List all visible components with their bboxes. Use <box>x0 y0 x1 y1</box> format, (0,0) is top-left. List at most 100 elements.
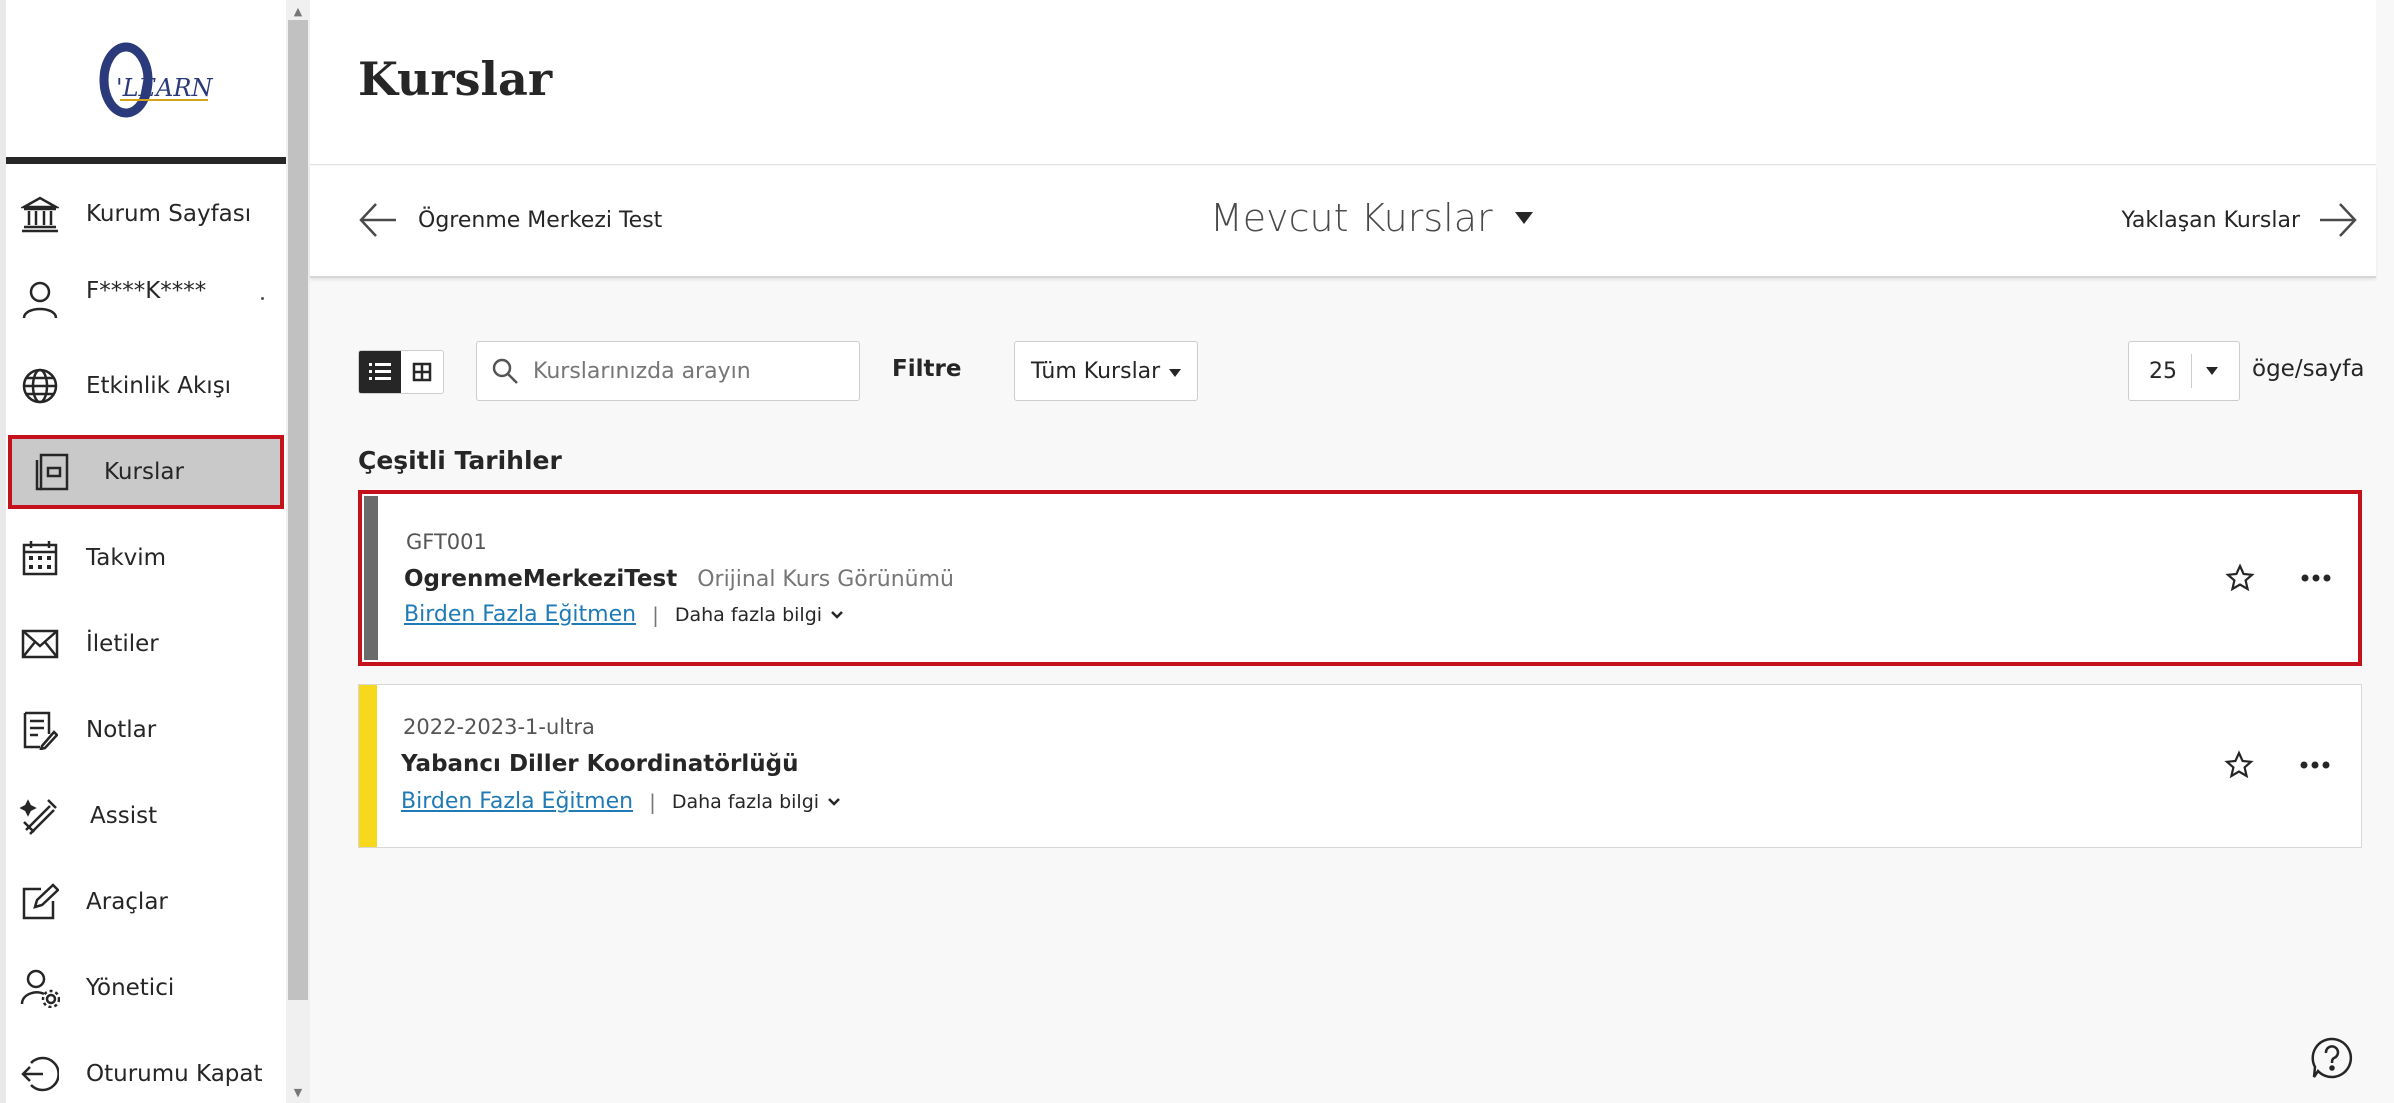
next-term-link[interactable]: Yaklaşan Kurslar <box>2121 200 2358 240</box>
sidebar-item-label: Kurslar <box>104 459 184 485</box>
olearn-logo: 'LEARN <box>99 42 213 118</box>
more-horizontal-icon <box>2300 761 2330 769</box>
more-info-label: Daha fazla bilgi <box>671 790 820 813</box>
more-info-toggle[interactable]: Daha fazla bilgi <box>675 604 844 626</box>
scroll-down-arrow-icon[interactable]: ▼ <box>286 1083 310 1101</box>
grid-icon <box>412 362 432 382</box>
course-view-type: Orijinal Kurs Görünümü <box>697 567 954 592</box>
scroll-thumb[interactable] <box>288 20 308 1000</box>
sidebar-item-institution[interactable]: Kurum Sayfası <box>6 171 286 257</box>
user-icon <box>18 278 62 322</box>
courses-icon <box>30 450 74 494</box>
help-icon <box>2311 1037 2353 1079</box>
more-info-label: Daha fazla bilgi <box>674 603 823 626</box>
chevron-down-icon <box>828 797 840 806</box>
list-view-button[interactable] <box>359 351 401 393</box>
calendar-icon <box>18 536 62 580</box>
course-name[interactable]: OgrenmeMerkeziTest <box>404 566 677 592</box>
next-term-label: Yaklaşan Kurslar <box>2121 207 2300 233</box>
page-title: Kurslar <box>358 52 553 106</box>
arrow-right-icon <box>2320 203 2357 237</box>
current-term-label: Mevcut Kurslar <box>1210 196 1493 240</box>
items-per-page-dropdown[interactable]: 25 <box>2128 341 2240 401</box>
favorite-button[interactable] <box>2219 745 2259 785</box>
tools-icon <box>18 880 62 924</box>
grid-view-button[interactable] <box>401 351 443 393</box>
course-meta: Birden Fazla Eğitmen | Daha fazla bilgi <box>404 602 844 627</box>
course-id: GFT001 <box>406 530 487 554</box>
help-button[interactable] <box>2310 1036 2354 1080</box>
filter-dropdown[interactable]: Tüm Kurslar <box>1014 341 1198 401</box>
instructor-link[interactable]: Birden Fazla Eğitmen <box>404 602 636 627</box>
sidebar-item-label: Assist <box>90 803 158 829</box>
page-header: Kurslar <box>310 0 2376 165</box>
sidebar-item-label: Oturumu Kapat <box>86 1061 263 1087</box>
course-toolbar: Filtre Tüm Kurslar 25 öge/sayfa <box>358 340 2364 402</box>
course-card[interactable]: GFT001 OgrenmeMerkeziTest Orijinal Kurs … <box>358 490 2362 666</box>
arrow-left-icon <box>359 203 396 237</box>
view-toggle <box>358 350 444 394</box>
sign-out-icon <box>18 1052 62 1096</box>
course-id: 2022-2023-1-ultra <box>403 715 595 739</box>
course-meta: Birden Fazla Eğitmen | Daha fazla bilgi <box>401 789 841 814</box>
course-card[interactable]: 2022-2023-1-ultra Yabancı Diller Koordin… <box>358 684 2362 848</box>
assist-icon <box>18 794 62 838</box>
list-icon <box>369 363 391 380</box>
sidebar-item-label: F****K**** <box>86 278 207 304</box>
scroll-up-arrow-icon[interactable]: ▲ <box>286 2 310 20</box>
star-icon <box>2225 563 2255 592</box>
sidebar-item-tools[interactable]: Araçlar <box>6 859 286 945</box>
course-title-row: OgrenmeMerkeziTest Orijinal Kurs Görünüm… <box>404 566 954 592</box>
previous-term-label: Ögrenme Merkezi Test <box>418 207 663 233</box>
course-color-stripe <box>364 496 378 660</box>
search-input[interactable] <box>533 358 853 384</box>
term-navigation: Ögrenme Merkezi Test Mevcut Kurslar Yakl… <box>310 166 2376 278</box>
sidebar: 'LEARN Kurum Sayfası F****K**** Etkinlik… <box>0 0 288 1103</box>
sidebar-item-sign-out[interactable]: Oturumu Kapat <box>6 1031 286 1103</box>
sidebar-item-assist[interactable]: Assist <box>6 773 286 859</box>
section-heading: Çeşitli Tarihler <box>358 446 562 475</box>
sidebar-item-label: İletiler <box>86 631 159 657</box>
sidebar-item-calendar[interactable]: Takvim <box>6 515 286 601</box>
caret-down-icon <box>1514 212 1533 224</box>
sidebar-item-label: Takvim <box>86 545 167 571</box>
main-content: Kurslar Ögrenme Merkezi Test Mevcut Kurs… <box>310 0 2394 1103</box>
sidebar-item-activity-stream[interactable]: Etkinlik Akışı <box>6 343 286 429</box>
admin-icon <box>18 966 62 1010</box>
sidebar-item-admin[interactable]: Yönetici <box>6 945 286 1031</box>
favorite-button[interactable] <box>2220 558 2260 598</box>
items-per-page-value: 25 <box>2149 358 2177 384</box>
more-info-toggle[interactable]: Daha fazla bilgi <box>672 791 841 813</box>
items-per-page-label: öge/sayfa <box>2252 356 2365 382</box>
current-term-dropdown[interactable]: Mevcut Kurslar <box>1210 196 1533 240</box>
separator: | <box>649 789 656 814</box>
caret-down-icon <box>1169 369 1181 377</box>
course-search[interactable] <box>476 341 860 401</box>
course-options-button[interactable] <box>2294 558 2338 598</box>
sidebar-nav: Kurum Sayfası F****K**** Etkinlik Akışı <box>6 171 286 1103</box>
instructor-link[interactable]: Birden Fazla Eğitmen <box>401 789 633 814</box>
caret-down-icon <box>2206 367 2218 375</box>
separator: | <box>652 602 659 627</box>
course-options-button[interactable] <box>2293 745 2337 785</box>
sidebar-item-label: Etkinlik Akışı <box>86 373 232 399</box>
divider <box>2191 354 2192 388</box>
course-name[interactable]: Yabancı Diller Koordinatörlüğü <box>401 751 798 777</box>
search-icon <box>492 358 518 384</box>
filter-value: Tüm Kurslar <box>1031 358 1161 384</box>
course-title-row: Yabancı Diller Koordinatörlüğü <box>401 751 798 777</box>
status-dot <box>261 297 264 300</box>
sidebar-item-grades[interactable]: Notlar <box>6 687 286 773</box>
sidebar-item-messages[interactable]: İletiler <box>6 601 286 687</box>
previous-term-link[interactable]: Ögrenme Merkezi Test <box>358 200 662 240</box>
chevron-down-icon <box>831 610 843 619</box>
institution-icon <box>18 192 62 236</box>
sidebar-item-label: Notlar <box>86 717 157 743</box>
sidebar-scrollbar[interactable]: ▲ ▼ <box>286 0 310 1103</box>
more-horizontal-icon <box>2301 574 2331 582</box>
svg-text:'LEARN: 'LEARN <box>116 74 213 102</box>
filter-label: Filtre <box>892 356 962 382</box>
sidebar-item-courses[interactable]: Kurslar <box>8 435 284 509</box>
sidebar-item-profile[interactable]: F****K**** <box>6 257 286 343</box>
logo-area: 'LEARN <box>6 0 286 164</box>
